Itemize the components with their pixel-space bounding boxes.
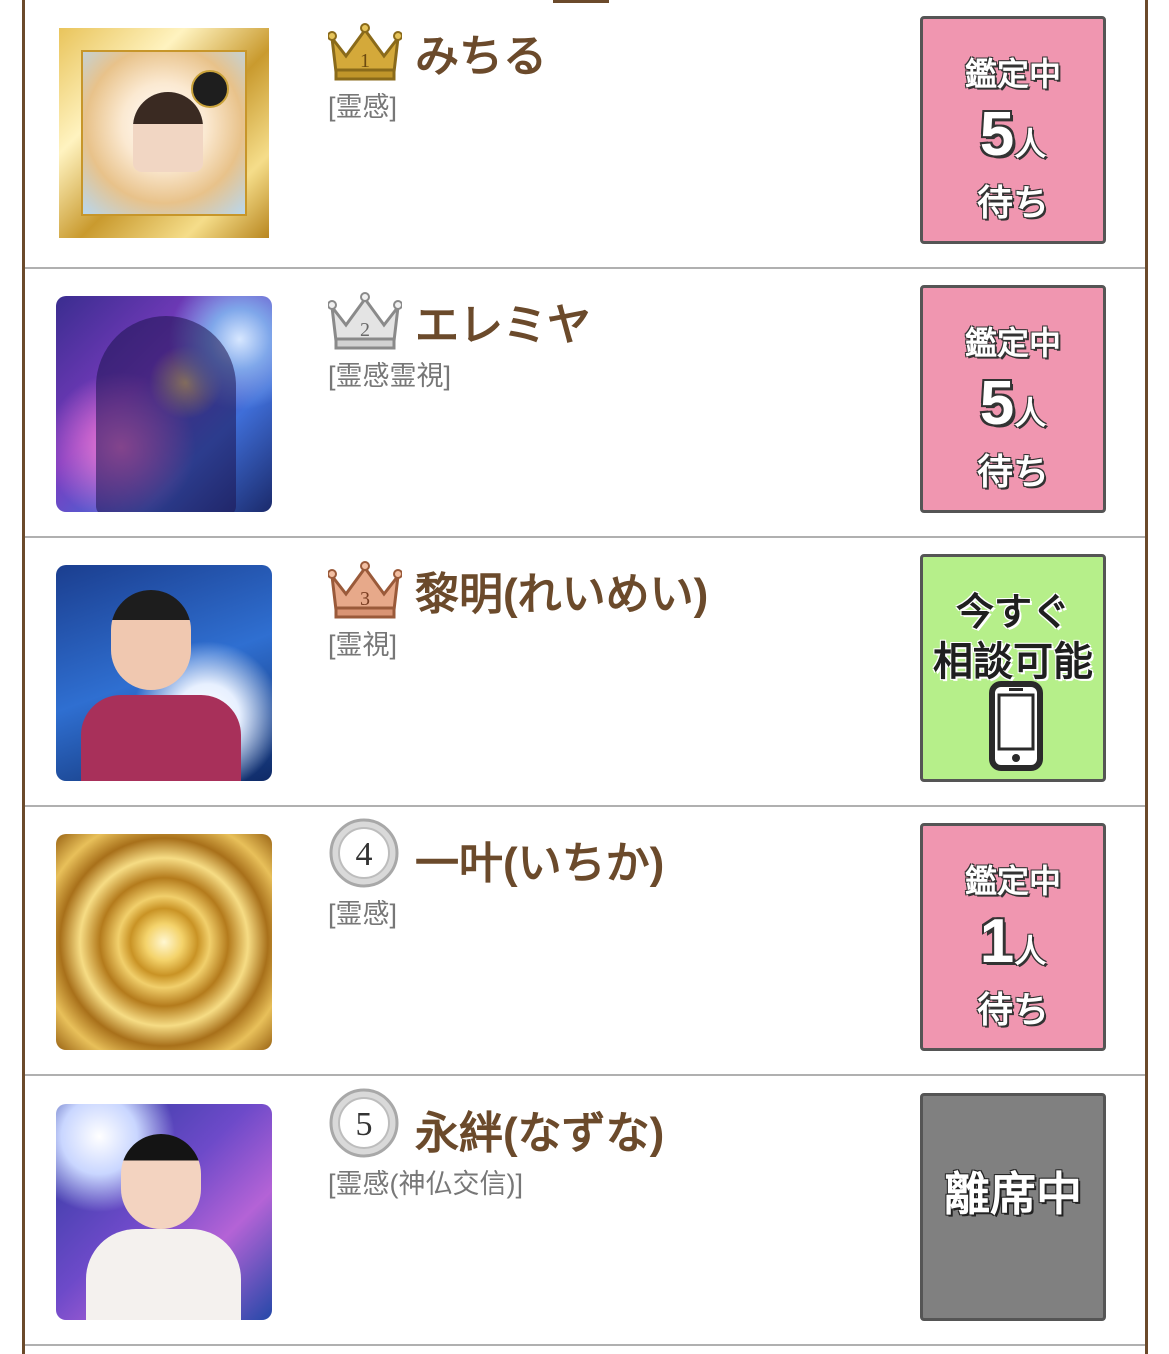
fortune-teller-name[interactable]: みちる (415, 20, 547, 84)
list-item[interactable]: 4 一叶(いちか) [霊感] 鑑定中 1人 待ち (25, 807, 1145, 1076)
list-item[interactable]: 1 みちる [霊感] 鑑定中 5人 待ち (25, 0, 1145, 269)
status-label: 鑑定中 (964, 325, 1061, 361)
smartphone-icon (989, 681, 1043, 771)
status-badge[interactable]: 鑑定中 5人 待ち (920, 285, 1106, 513)
portrait-body (81, 695, 241, 781)
waiting-count: 1 (979, 907, 1015, 976)
portrait-face (121, 1134, 201, 1229)
waiting-count: 5 (979, 369, 1015, 438)
list-item[interactable]: 3 黎明(れいめい) [霊視] 今すぐ 相談可能 (25, 538, 1145, 807)
rank-number: 2 (360, 319, 370, 341)
portrait-body (86, 1229, 241, 1320)
silver-medal-icon: 4 (329, 818, 399, 888)
waiting-count: 5 (979, 100, 1015, 169)
fortune-teller-name[interactable]: 永絆(なずな) (415, 1097, 664, 1161)
genre-label: [霊感(神仏交信)] (328, 1169, 523, 1199)
waiting-suffix: 待ち (976, 182, 1049, 223)
ranking-list: 1 みちる [霊感] 鑑定中 5人 待ち 2 エレミヤ [霊感霊視] 鑑定中 5… (22, 0, 1148, 1354)
fortune-teller-name[interactable]: 黎明(れいめい) (415, 558, 708, 622)
waiting-suffix: 待ち (976, 451, 1049, 492)
fortune-teller-name[interactable]: エレミヤ (415, 289, 591, 353)
bronze-crown-icon: 3 (328, 561, 402, 619)
list-item[interactable]: 5 永絆(なずな) [霊感(神仏交信)] 離席中 (25, 1077, 1145, 1346)
portrait-face (111, 590, 191, 690)
genre-label: [霊感] (328, 899, 398, 929)
waiting-unit: 人 (1014, 933, 1047, 969)
fortune-teller-avatar[interactable] (56, 1104, 272, 1320)
status-label: 鑑定中 (964, 56, 1061, 92)
genre-label: [霊視] (328, 630, 398, 660)
rank-number: 3 (360, 588, 370, 610)
rank-number: 1 (360, 50, 370, 72)
portrait-figure (133, 92, 203, 172)
status-line-2: 相談可能 (933, 640, 1093, 684)
status-badge[interactable]: 鑑定中 1人 待ち (920, 823, 1106, 1051)
waiting-suffix: 待ち (976, 989, 1049, 1030)
avatar-photo (81, 50, 247, 216)
status-label: 離席中 (944, 1168, 1082, 1220)
fortune-teller-avatar[interactable] (56, 296, 272, 512)
status-badge[interactable]: 鑑定中 5人 待ち (920, 16, 1106, 244)
rank-number: 5 (356, 1106, 373, 1143)
status-line-1: 今すぐ (955, 592, 1070, 634)
genre-label: [霊感] (328, 92, 398, 122)
status-badge[interactable]: 離席中 (920, 1093, 1106, 1321)
silhouette-figure (96, 316, 236, 512)
status-badge[interactable]: 今すぐ 相談可能 (920, 554, 1106, 782)
waiting-unit: 人 (1014, 395, 1047, 431)
fortune-teller-avatar[interactable] (56, 565, 272, 781)
fortune-teller-avatar[interactable] (56, 834, 272, 1050)
silver-medal-icon: 5 (329, 1088, 399, 1158)
fortune-teller-avatar[interactable] (59, 28, 269, 238)
status-label: 鑑定中 (964, 863, 1061, 899)
waiting-unit: 人 (1014, 126, 1047, 162)
gold-crown-icon: 1 (328, 23, 402, 81)
hall-of-fame-badge (191, 70, 229, 108)
fortune-teller-name[interactable]: 一叶(いちか) (415, 827, 664, 891)
list-item[interactable]: 2 エレミヤ [霊感霊視] 鑑定中 5人 待ち (25, 269, 1145, 538)
silver-crown-icon: 2 (328, 292, 402, 350)
rank-number: 4 (356, 836, 373, 873)
genre-label: [霊感霊視] (328, 361, 452, 391)
